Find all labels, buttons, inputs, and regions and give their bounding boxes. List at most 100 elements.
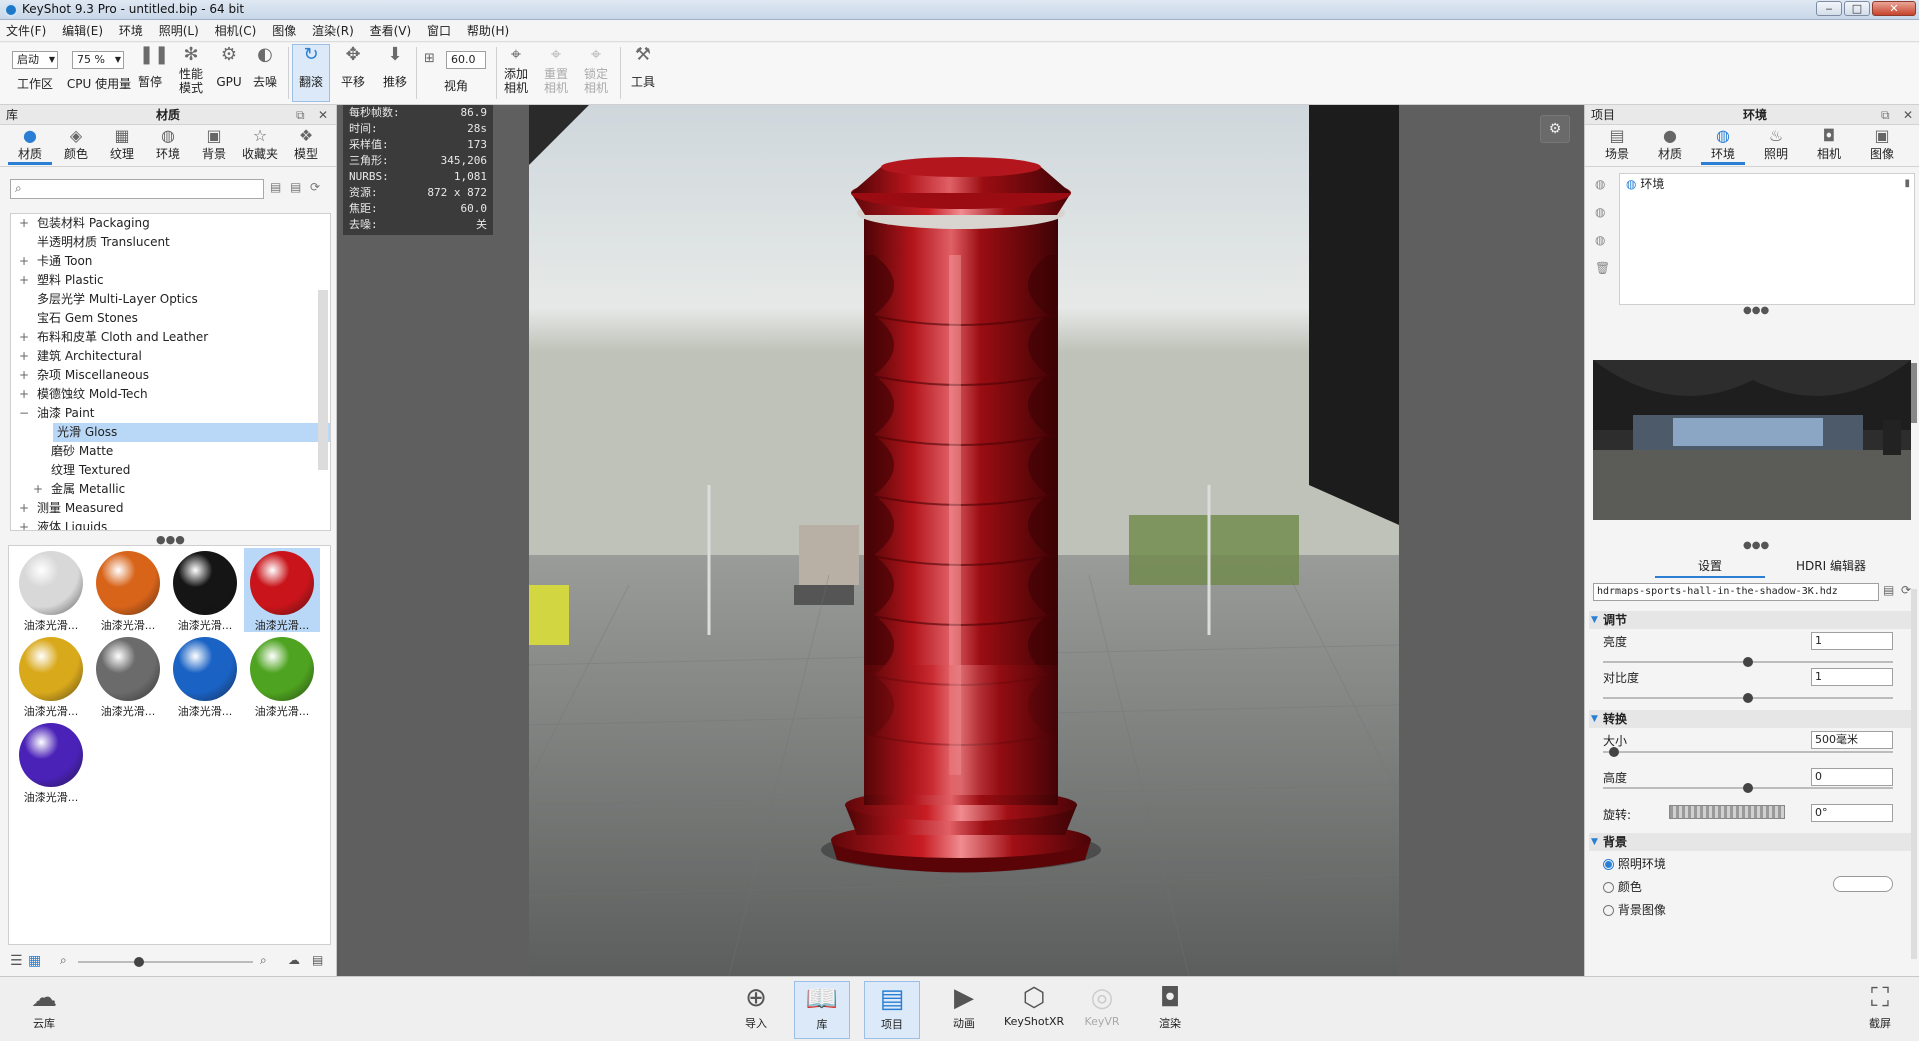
refresh-icon[interactable]: ⟳ <box>310 180 320 194</box>
material-thumbnail[interactable]: 油漆光滑... <box>90 634 166 718</box>
thumbnail-size-slider[interactable] <box>78 957 253 967</box>
list-view-icon[interactable]: ☰ <box>10 953 23 969</box>
tree-item[interactable]: + 测量 Measured <box>11 499 330 518</box>
environment-list-item[interactable]: ◍ 环境 ▮ <box>1620 174 1914 194</box>
tab-environment[interactable]: ◍ 环境 <box>1701 127 1745 165</box>
slider-knob[interactable] <box>1743 783 1753 793</box>
splitter-handle[interactable]: ●●● <box>1743 305 1769 316</box>
undock-icon[interactable]: ⧉ <box>1881 105 1890 125</box>
tab-material[interactable]: ● 材质 <box>1648 127 1692 162</box>
expand-icon[interactable]: + <box>19 366 29 385</box>
menu-camera[interactable]: 相机(C) <box>209 20 263 42</box>
tab-environments[interactable]: ◍ 环境 <box>146 127 190 162</box>
background-color-swatch[interactable] <box>1833 876 1893 892</box>
tab-image[interactable]: ▣ 图像 <box>1860 127 1904 162</box>
tree-item[interactable]: + 金属 Metallic <box>11 480 330 499</box>
material-thumbnail[interactable]: 油漆光滑... <box>13 634 89 718</box>
material-thumbnail[interactable]: 油漆光滑... <box>13 720 89 804</box>
tab-favorites[interactable]: ☆ 收藏夹 <box>238 127 282 162</box>
project-button[interactable]: ▤ 项目 <box>864 981 920 1039</box>
folder-open-icon[interactable]: ▤ <box>270 180 281 194</box>
slider-knob[interactable] <box>1743 657 1753 667</box>
hdri-file-path[interactable]: hdrmaps-sports-hall-in-the-shadow-3K.hdz <box>1593 583 1879 601</box>
tree-item[interactable]: + 卡通 Toon <box>11 252 330 271</box>
radio-lighting-environment[interactable]: 照明环境 <box>1603 855 1666 872</box>
menu-edit[interactable]: 编辑(E) <box>56 20 109 42</box>
workspace-select[interactable]: 启动 ▼ <box>12 51 58 69</box>
cloud-library-button[interactable]: ☁ 云库 <box>16 981 72 1031</box>
tree-item[interactable]: 宝石 Gem Stones <box>11 309 330 328</box>
tab-models[interactable]: ❖ 模型 <box>284 127 328 162</box>
material-thumbnail[interactable]: 油漆光滑... <box>244 634 320 718</box>
undock-icon[interactable]: ⧉ <box>296 105 305 125</box>
material-thumbnail[interactable]: 油漆光滑... <box>167 548 243 632</box>
tab-scene[interactable]: ▤ 场景 <box>1595 127 1639 162</box>
tree-item[interactable]: + 杂项 Miscellaneous <box>11 366 330 385</box>
tab-textures[interactable]: ▦ 纹理 <box>100 127 144 162</box>
tools-button[interactable]: ⚒ 工具 <box>626 45 660 90</box>
globe-edit-icon[interactable]: ◍ <box>1595 233 1605 247</box>
tree-item[interactable]: + 液体 Liquids <box>11 518 330 530</box>
performance-mode-button[interactable]: ✻ 性能 模式 <box>174 45 208 96</box>
section-background[interactable]: ▼ 背景 <box>1589 833 1915 851</box>
cpu-usage-select[interactable]: 75 % ▼ <box>72 51 124 69</box>
size-slider[interactable] <box>1603 747 1893 757</box>
expand-icon[interactable]: + <box>19 347 29 366</box>
add-camera-button[interactable]: ⌖ 添加 相机 <box>500 45 532 96</box>
expand-icon[interactable]: + <box>19 214 29 233</box>
settings-scrollbar[interactable] <box>1911 589 1917 959</box>
fov-input[interactable]: 60.0 <box>446 51 486 69</box>
tumble-button[interactable]: ↻ 翻滚 <box>292 44 330 102</box>
trash-icon[interactable]: 🗑 <box>1595 261 1610 275</box>
menu-file[interactable]: 文件(F) <box>0 20 52 42</box>
menu-window[interactable]: 窗口 <box>421 20 457 42</box>
menu-environment[interactable]: 环境 <box>113 20 149 42</box>
import-button[interactable]: ⊕ 导入 <box>728 981 784 1031</box>
material-thumbnail[interactable]: 油漆光滑... <box>244 548 320 632</box>
height-slider[interactable] <box>1603 783 1893 793</box>
globe-add-icon[interactable]: ◍ <box>1595 177 1605 191</box>
menu-render[interactable]: 渲染(R) <box>306 20 360 42</box>
expand-icon[interactable]: + <box>19 252 29 271</box>
tree-item[interactable]: + 模德蚀纹 Mold-Tech <box>11 385 330 404</box>
hdri-preview[interactable] <box>1593 360 1911 520</box>
menu-help[interactable]: 帮助(H) <box>461 20 515 42</box>
expand-icon[interactable]: + <box>19 518 29 530</box>
material-thumbnail[interactable]: 油漆光滑... <box>90 548 166 632</box>
slider-knob[interactable] <box>134 957 144 967</box>
rotation-jog-wheel[interactable] <box>1669 805 1785 819</box>
tab-backplates[interactable]: ▣ 背景 <box>192 127 236 162</box>
tree-item[interactable]: 光滑 Gloss <box>53 423 330 442</box>
material-thumbnail[interactable]: 油漆光滑... <box>13 548 89 632</box>
hdri-scrollbar[interactable] <box>1911 363 1917 423</box>
section-transform[interactable]: ▼ 转换 <box>1589 710 1915 728</box>
expand-icon[interactable]: + <box>33 480 43 499</box>
library-button[interactable]: 📖 库 <box>794 981 850 1039</box>
subtab-hdri-editor[interactable]: HDRI 编辑器 <box>1771 557 1891 574</box>
render-image[interactable] <box>529 105 1399 976</box>
maximize-button[interactable]: □ <box>1844 1 1870 16</box>
subtab-settings[interactable]: 设置 <box>1655 557 1765 578</box>
lock-viewport-icon[interactable]: ⚙ <box>1540 115 1570 143</box>
library-search-input[interactable]: ⌕ <box>10 179 264 199</box>
tab-colors[interactable]: ◈ 颜色 <box>54 127 98 162</box>
expand-icon[interactable]: + <box>19 271 29 290</box>
contrast-input[interactable]: 1 <box>1811 668 1893 686</box>
slider-knob[interactable] <box>1743 693 1753 703</box>
tree-item[interactable]: 多层光学 Multi-Layer Optics <box>11 290 330 309</box>
splitter-handle[interactable]: ●●● <box>1743 540 1769 551</box>
keyshotxr-button[interactable]: ⬡ KeyShotXR <box>1004 981 1064 1028</box>
tree-item[interactable]: 纹理 Textured <box>11 461 330 480</box>
folder-icon[interactable]: ▤ <box>312 953 323 967</box>
brightness-input[interactable]: 1 <box>1811 632 1893 650</box>
radio-color[interactable]: 颜色 <box>1603 878 1642 895</box>
expand-icon[interactable]: + <box>19 385 29 404</box>
expand-icon[interactable]: + <box>19 328 29 347</box>
material-thumbnail[interactable]: 油漆光滑... <box>167 634 243 718</box>
minimize-button[interactable]: ‒ <box>1816 1 1842 16</box>
brightness-slider[interactable] <box>1603 657 1893 667</box>
reset-camera-button[interactable]: ⌖ 重置 相机 <box>540 45 572 96</box>
tab-materials[interactable]: ● 材质 <box>8 127 52 165</box>
denoise-button[interactable]: ◐ 去噪 <box>250 45 280 90</box>
close-button[interactable]: ✕ <box>1872 1 1916 16</box>
